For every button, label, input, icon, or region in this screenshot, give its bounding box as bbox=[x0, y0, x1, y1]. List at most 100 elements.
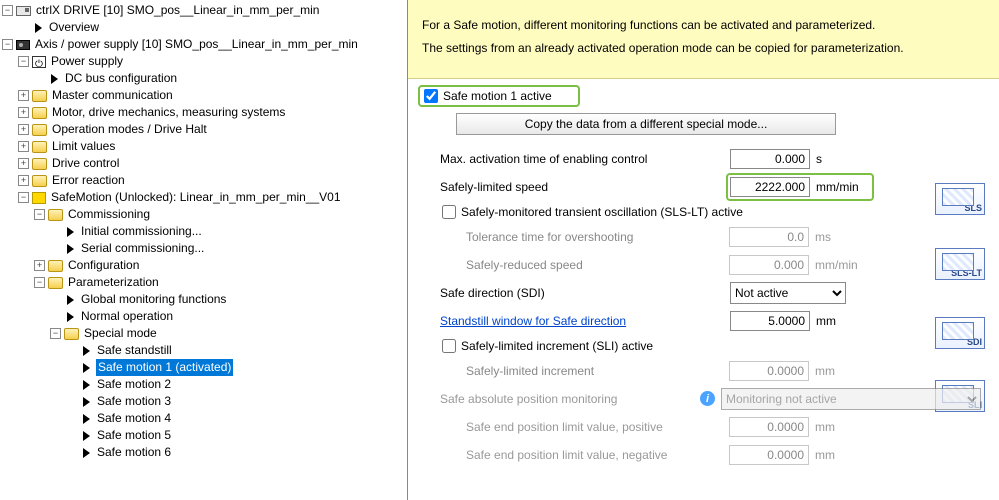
folder-icon bbox=[48, 277, 63, 289]
caret-icon bbox=[67, 295, 74, 305]
expand-icon[interactable]: + bbox=[18, 90, 29, 101]
tree-item-safemotion[interactable]: − SafeMotion (Unlocked): Linear_in_mm_pe… bbox=[2, 189, 407, 206]
tree-item-master-comm[interactable]: + Master communication bbox=[2, 87, 407, 104]
tree-item-safe-motion-6[interactable]: Safe motion 6 bbox=[2, 444, 407, 461]
sls-lt-checkbox[interactable] bbox=[442, 205, 456, 219]
collapse-icon[interactable]: − bbox=[18, 192, 29, 203]
expand-icon[interactable]: + bbox=[18, 141, 29, 152]
caret-icon bbox=[51, 74, 58, 84]
folder-icon bbox=[48, 209, 63, 221]
tree-item-safe-standstill[interactable]: Safe standstill bbox=[2, 342, 407, 359]
sdi-icon[interactable]: SDI bbox=[935, 317, 985, 349]
safe-motion-active-checkbox[interactable] bbox=[424, 89, 438, 103]
drive-icon bbox=[16, 6, 31, 16]
field-label: Max. activation time of enabling control bbox=[440, 152, 730, 166]
end-pos-positive-row: Safe end position limit value, positive … bbox=[418, 413, 989, 441]
tree-item-op-modes[interactable]: + Operation modes / Drive Halt bbox=[2, 121, 407, 138]
tolerance-row: Tolerance time for overshooting ms bbox=[418, 223, 989, 251]
caret-icon bbox=[83, 363, 90, 373]
tree-item-limit-values[interactable]: + Limit values bbox=[2, 138, 407, 155]
collapse-icon[interactable]: − bbox=[18, 56, 29, 67]
tree-label: DC bus configuration bbox=[64, 70, 178, 87]
info-banner: For a Safe motion, different monitoring … bbox=[408, 0, 999, 79]
tree-item-global-monitoring[interactable]: Global monitoring functions bbox=[2, 291, 407, 308]
tree-label: Initial commissioning... bbox=[80, 223, 203, 240]
tree-item-safe-motion-5[interactable]: Safe motion 5 bbox=[2, 427, 407, 444]
safe-abs-pos-row: Safe absolute position monitoring i Moni… bbox=[418, 385, 989, 413]
sdi-row: Safe direction (SDI) Not active bbox=[418, 279, 989, 307]
tree-label: Safe motion 5 bbox=[96, 427, 172, 444]
max-activation-input[interactable] bbox=[730, 149, 810, 169]
tree-label: Serial commissioning... bbox=[80, 240, 205, 257]
banner-line: For a Safe motion, different monitoring … bbox=[422, 14, 985, 37]
sls-row: Safely-limited speed mm/min bbox=[418, 173, 989, 201]
tree-item-commissioning[interactable]: − Commissioning bbox=[2, 206, 407, 223]
tree-item-safe-motion-2[interactable]: Safe motion 2 bbox=[2, 376, 407, 393]
collapse-icon[interactable]: − bbox=[50, 328, 61, 339]
tree-item-dc-bus[interactable]: DC bus configuration bbox=[2, 70, 407, 87]
folder-icon bbox=[48, 260, 63, 272]
sls-lt-icon[interactable]: SLS-LT bbox=[935, 248, 985, 280]
copy-special-mode-button[interactable]: Copy the data from a different special m… bbox=[456, 113, 836, 135]
tree-label: Operation modes / Drive Halt bbox=[51, 121, 208, 138]
unit-label: mm bbox=[809, 364, 869, 378]
tree-root-drive[interactable]: − ctrlX DRIVE [10] SMO_pos__Linear_in_mm… bbox=[2, 2, 407, 19]
tree-item-initial-comm[interactable]: Initial commissioning... bbox=[2, 223, 407, 240]
sls-input[interactable] bbox=[730, 177, 810, 197]
standstill-input[interactable] bbox=[730, 311, 810, 331]
standstill-link[interactable]: Standstill window for Safe direction bbox=[440, 314, 730, 328]
sls-lt-row: Safely-monitored transient oscillation (… bbox=[418, 201, 989, 223]
expand-icon[interactable]: + bbox=[18, 107, 29, 118]
folder-icon bbox=[32, 90, 47, 102]
sls-icon[interactable]: SLS bbox=[935, 183, 985, 215]
tree-item-configuration[interactable]: + Configuration bbox=[2, 257, 407, 274]
collapse-icon[interactable]: − bbox=[34, 277, 45, 288]
tree-item-special-mode[interactable]: − Special mode bbox=[2, 325, 407, 342]
info-icon[interactable]: i bbox=[700, 391, 715, 406]
expand-icon[interactable]: + bbox=[34, 260, 45, 271]
tree-label: Configuration bbox=[67, 257, 140, 274]
field-label: Safely-monitored transient oscillation (… bbox=[461, 205, 743, 219]
caret-icon bbox=[83, 414, 90, 424]
caret-icon bbox=[83, 380, 90, 390]
expand-icon[interactable]: + bbox=[18, 158, 29, 169]
end-pos-pos-input bbox=[729, 417, 809, 437]
collapse-icon[interactable]: − bbox=[34, 209, 45, 220]
sli-row: Safely-limited increment (SLI) active bbox=[418, 335, 989, 357]
collapse-icon[interactable]: − bbox=[2, 5, 13, 16]
expand-icon[interactable]: + bbox=[18, 124, 29, 135]
caret-icon bbox=[67, 244, 74, 254]
tree-label: Motor, drive mechanics, measuring system… bbox=[51, 104, 286, 121]
unit-label: mm/min bbox=[809, 258, 869, 272]
tree-item-safe-motion-3[interactable]: Safe motion 3 bbox=[2, 393, 407, 410]
tree-item-overview[interactable]: Overview bbox=[2, 19, 407, 36]
tree-label: SafeMotion (Unlocked): Linear_in_mm_per_… bbox=[50, 189, 342, 206]
power-icon bbox=[32, 56, 46, 68]
tree-item-motor[interactable]: + Motor, drive mechanics, measuring syst… bbox=[2, 104, 407, 121]
expand-icon[interactable]: + bbox=[18, 175, 29, 186]
sli-checkbox[interactable] bbox=[442, 339, 456, 353]
tree-item-error-reaction[interactable]: + Error reaction bbox=[2, 172, 407, 189]
tree-item-normal-operation[interactable]: Normal operation bbox=[2, 308, 407, 325]
tree-label: Safe motion 6 bbox=[96, 444, 172, 461]
folder-icon bbox=[32, 141, 47, 153]
tree-item-power-supply[interactable]: − Power supply bbox=[2, 53, 407, 70]
tree-label: Commissioning bbox=[67, 206, 151, 223]
safely-reduced-speed-row: Safely-reduced speed mm/min bbox=[418, 251, 989, 279]
folder-icon bbox=[32, 107, 47, 119]
caret-icon bbox=[35, 23, 42, 33]
tree-item-safe-motion-4[interactable]: Safe motion 4 bbox=[2, 410, 407, 427]
end-pos-negative-row: Safe end position limit value, negative … bbox=[418, 441, 989, 469]
tree-item-safe-motion-1[interactable]: Safe motion 1 (activated) bbox=[2, 359, 407, 376]
field-label: Safe end position limit value, positive bbox=[466, 420, 729, 434]
tree-item-drive-control[interactable]: + Drive control bbox=[2, 155, 407, 172]
field-label: Safe end position limit value, negative bbox=[466, 448, 729, 462]
tree-item-serial-comm[interactable]: Serial commissioning... bbox=[2, 240, 407, 257]
caret-icon bbox=[83, 448, 90, 458]
tree-label: Safe motion 2 bbox=[96, 376, 172, 393]
tree-item-axis[interactable]: − Axis / power supply [10] SMO_pos__Line… bbox=[2, 36, 407, 53]
tree-label: Error reaction bbox=[51, 172, 126, 189]
sdi-select[interactable]: Not active bbox=[730, 282, 846, 304]
tree-item-parameterization[interactable]: − Parameterization bbox=[2, 274, 407, 291]
collapse-icon[interactable]: − bbox=[2, 39, 13, 50]
